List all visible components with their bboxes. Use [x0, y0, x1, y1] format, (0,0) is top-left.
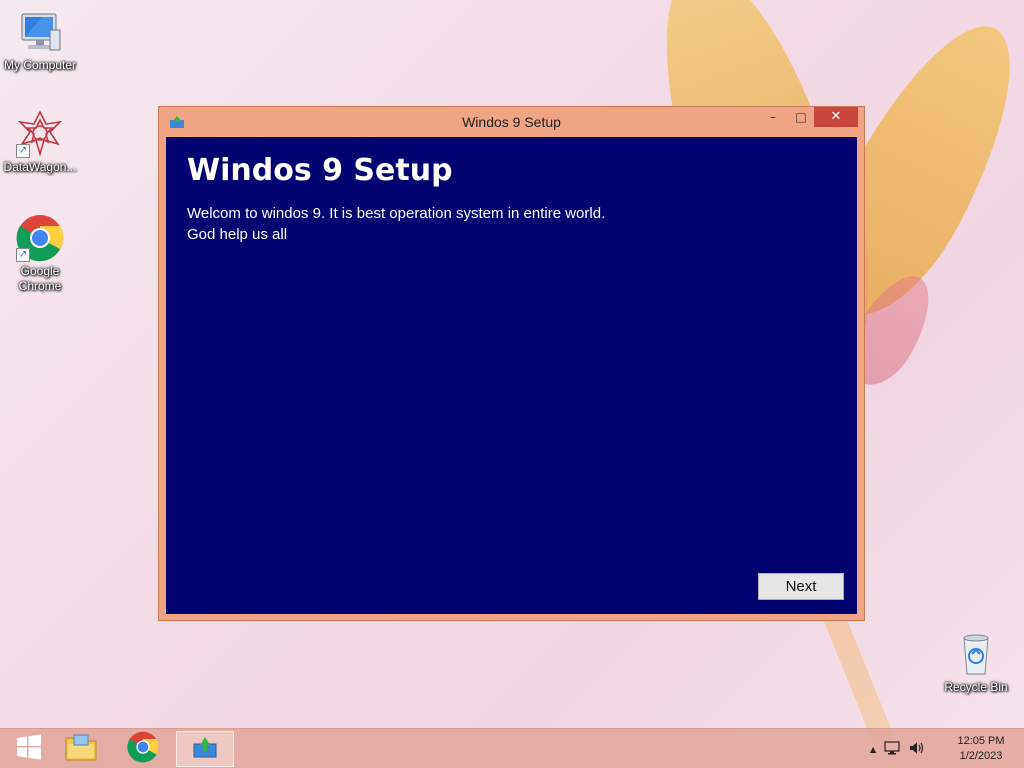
- clock[interactable]: 12:05 PM 1/2/2023: [944, 734, 1018, 764]
- setup-app-icon: [192, 735, 218, 763]
- show-hidden-icons-chevron-icon[interactable]: ▲: [870, 745, 876, 754]
- computer-icon: [16, 8, 64, 56]
- taskbar-file-explorer[interactable]: [52, 731, 110, 767]
- welcome-line: Welcom to windos 9. It is best operation…: [187, 205, 606, 222]
- chrome-icon: ↗: [16, 214, 64, 262]
- taskbar-setup-app[interactable]: [176, 731, 234, 767]
- desktop-icon-my-computer[interactable]: My Computer: [0, 8, 80, 73]
- taskbar: ▲ 12:05 PM 1/2/2023: [0, 728, 1024, 768]
- system-tray: ▲: [870, 739, 924, 759]
- datawagon-icon: ↗: [16, 110, 64, 158]
- desktop-icon-recycle-bin[interactable]: Recycle Bin: [936, 630, 1016, 695]
- taskbar-chrome[interactable]: [114, 731, 172, 767]
- shortcut-arrow-icon: ↗: [16, 248, 30, 262]
- maximize-button[interactable]: □: [787, 107, 815, 127]
- shortcut-arrow-icon: ↗: [16, 144, 30, 158]
- network-icon[interactable]: [884, 740, 900, 759]
- clock-date: 1/2/2023: [959, 750, 1003, 762]
- next-button[interactable]: Next: [758, 573, 844, 600]
- setup-window: Windos 9 Setup – □ ✕ Windos 9 Setup Welc…: [158, 106, 865, 621]
- close-button[interactable]: ✕: [814, 107, 858, 127]
- start-icon: [16, 734, 42, 764]
- desktop-icon-label: Recycle Bin: [944, 680, 1008, 694]
- desktop-icon-label: DataWagon...: [3, 160, 77, 174]
- page-title: Windos 9 Setup: [187, 153, 453, 188]
- desktop-icon-label: My Computer: [3, 58, 77, 72]
- file-explorer-icon: [64, 732, 98, 766]
- minimize-button[interactable]: –: [759, 107, 787, 127]
- recycle-bin-icon: [952, 630, 1000, 678]
- volume-icon[interactable]: [908, 740, 924, 759]
- start-button[interactable]: [0, 731, 58, 767]
- setup-content-panel: Windos 9 Setup Welcom to windos 9. It is…: [166, 137, 857, 614]
- window-titlebar[interactable]: Windos 9 Setup – □ ✕: [159, 107, 864, 137]
- chrome-icon: [127, 731, 159, 767]
- desktop-icon-datawagon[interactable]: ↗ DataWagon...: [0, 110, 80, 175]
- welcome-text: Welcom to windos 9. It is best operation…: [187, 203, 605, 245]
- desktop-icon-google-chrome[interactable]: ↗ Google Chrome: [0, 214, 80, 294]
- welcome-line: God help us all: [187, 226, 288, 243]
- clock-time: 12:05 PM: [957, 735, 1005, 747]
- desktop-icon-label: Google Chrome: [18, 264, 62, 293]
